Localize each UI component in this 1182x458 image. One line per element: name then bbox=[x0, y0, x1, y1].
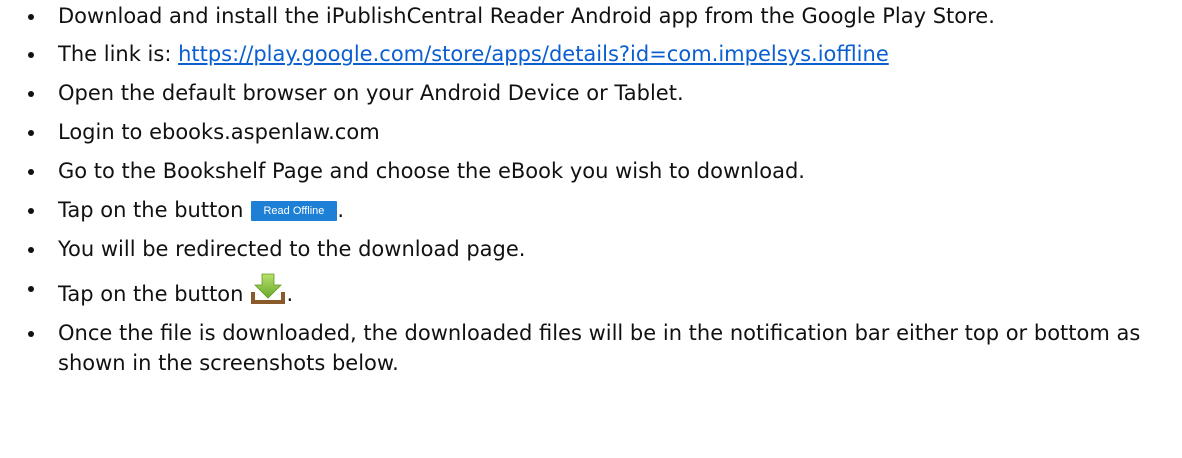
list-item: You will be redirected to the download p… bbox=[28, 234, 1168, 265]
list-item: Go to the Bookshelf Page and choose the … bbox=[28, 156, 1168, 187]
step-text: You will be redirected to the download p… bbox=[58, 237, 526, 261]
list-item: Login to ebooks.aspenlaw.com bbox=[28, 117, 1168, 148]
instruction-list: Download and install the iPublishCentral… bbox=[28, 1, 1168, 386]
step-text: Once the file is downloaded, the downloa… bbox=[58, 321, 1141, 375]
list-item: Open the default browser on your Android… bbox=[28, 78, 1168, 109]
document-page: Download and install the iPublishCentral… bbox=[0, 0, 1182, 458]
list-item: The link is: https://play.google.com/sto… bbox=[28, 39, 1168, 70]
step-text: Tap on the button bbox=[58, 198, 244, 222]
step-text: Download and install the iPublishCentral… bbox=[58, 4, 995, 28]
step-suffix: . bbox=[337, 198, 345, 222]
play-store-link[interactable]: https://play.google.com/store/apps/detai… bbox=[178, 42, 889, 66]
download-icon[interactable] bbox=[250, 273, 286, 305]
list-item: Once the file is downloaded, the downloa… bbox=[28, 318, 1168, 378]
list-item: Download and install the iPublishCentral… bbox=[28, 1, 1168, 31]
step-text: Go to the Bookshelf Page and choose the … bbox=[58, 159, 805, 183]
list-item: Tap on the button Read Offline. bbox=[28, 195, 1168, 226]
step-text: The link is: bbox=[58, 42, 179, 66]
step-suffix: . bbox=[286, 282, 294, 306]
list-item: Tap on the button . bbox=[28, 273, 1168, 310]
read-offline-button[interactable]: Read Offline bbox=[251, 201, 338, 221]
step-text: Tap on the button bbox=[58, 282, 244, 306]
step-text: Login to ebooks.aspenlaw.com bbox=[58, 120, 380, 144]
step-text: Open the default browser on your Android… bbox=[58, 81, 684, 105]
